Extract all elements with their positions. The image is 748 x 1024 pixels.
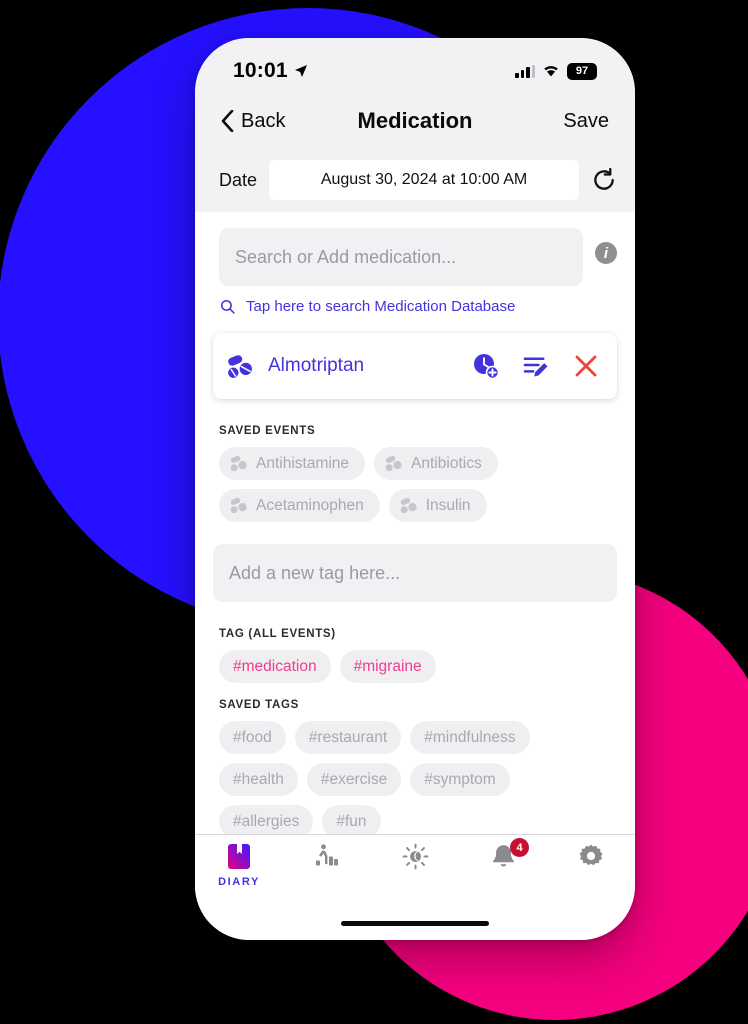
medication-search-block: i (195, 212, 635, 286)
saved-events-heading: SAVED EVENTS (219, 425, 316, 437)
pills-icon (228, 354, 252, 378)
saved-tag-chip[interactable]: #symptom (410, 763, 510, 796)
status-bar-left: 10:01 (233, 59, 309, 83)
medication-row[interactable]: Almotriptan (213, 333, 617, 399)
tab-weather[interactable] (371, 843, 459, 870)
saved-tag-chip[interactable]: #restaurant (294, 721, 402, 754)
tag-chip[interactable]: #migraine (339, 650, 436, 683)
save-button[interactable]: Save (563, 110, 609, 133)
cellular-signal-icon (515, 64, 535, 78)
saved-events-chips: Antihistamine Antibiotics Acetaminophen … (195, 437, 635, 522)
pills-icon (385, 455, 402, 472)
pills-icon (230, 455, 247, 472)
tab-activity[interactable] (283, 843, 371, 869)
back-button[interactable]: Back (221, 110, 285, 133)
note-edit-icon[interactable] (522, 353, 551, 380)
medication-database-link[interactable]: Tap here to search Medication Database (195, 286, 635, 315)
tab-diary-label: DIARY (218, 876, 260, 888)
wifi-icon (544, 66, 558, 77)
saved-tags-heading: SAVED TAGS (219, 699, 300, 711)
saved-event-label: Antihistamine (256, 454, 350, 472)
phone-mockup: 10:01 97 Back Medication Save Date Augus… (195, 38, 635, 940)
saved-event-label: Insulin (425, 496, 471, 514)
clock-add-icon[interactable] (472, 352, 500, 380)
diary-book-icon (228, 844, 250, 869)
status-clock: 10:01 (233, 59, 288, 82)
refresh-icon[interactable] (591, 167, 617, 193)
saved-event-label: Antibiotics (411, 454, 482, 472)
weather-sun-icon (402, 843, 428, 870)
chevron-left-icon (221, 110, 234, 132)
saved-tags-chips: #food #restaurant #mindfulness #health #… (195, 711, 635, 834)
pills-icon (400, 497, 417, 514)
tab-diary[interactable]: DIARY (195, 843, 283, 888)
saved-tag-chip[interactable]: #exercise (306, 763, 402, 796)
status-bar: 10:01 97 (195, 38, 635, 94)
saved-tag-chip[interactable]: #fun (322, 805, 381, 834)
home-indicator[interactable] (341, 920, 489, 926)
battery-indicator: 97 (567, 62, 597, 80)
status-bar-right: 97 (515, 62, 597, 80)
medication-name: Almotriptan (268, 355, 365, 376)
saved-event-label: Acetaminophen (256, 496, 364, 514)
search-icon (220, 299, 235, 314)
tab-notifications[interactable]: 4 (459, 838, 547, 870)
medication-actions (472, 352, 599, 380)
tag-all-events-chips: #medication #migraine (195, 640, 635, 683)
phone-screen: 10:01 97 Back Medication Save Date Augus… (195, 38, 635, 940)
navigation-bar: Back Medication Save (195, 94, 635, 148)
saved-tag-chip[interactable]: #mindfulness (410, 721, 530, 754)
location-arrow-icon (294, 65, 307, 77)
saved-event-chip[interactable]: Insulin (388, 489, 487, 522)
medication-database-link-label: Tap here to search Medication Database (246, 298, 516, 315)
close-x-icon[interactable] (573, 353, 599, 379)
saved-tag-chip[interactable]: #food (219, 721, 286, 754)
notification-badge: 4 (510, 838, 529, 857)
saved-event-chip[interactable]: Acetaminophen (219, 489, 380, 522)
date-row: Date August 30, 2024 at 10:00 AM (195, 148, 635, 212)
saved-event-chip[interactable]: Antihistamine (219, 447, 366, 480)
bottom-tab-bar: DIARY 4 (195, 834, 635, 906)
gear-icon (579, 844, 603, 866)
activity-chart-icon (316, 844, 338, 866)
saved-tag-chip[interactable]: #health (219, 763, 298, 796)
new-tag-input[interactable] (213, 544, 617, 602)
search-input[interactable] (219, 228, 583, 286)
tab-settings[interactable] (547, 843, 635, 869)
info-icon[interactable]: i (595, 242, 617, 264)
home-indicator-area (195, 906, 635, 940)
tag-all-events-heading: TAG (ALL EVENTS) (219, 628, 336, 640)
date-label: Date (219, 169, 258, 190)
saved-event-chip[interactable]: Antibiotics (374, 447, 498, 480)
back-label: Back (241, 109, 286, 132)
date-value-field[interactable]: August 30, 2024 at 10:00 AM (269, 160, 579, 200)
screenshot-stage: 10:01 97 Back Medication Save Date Augus… (0, 0, 748, 1024)
tag-chip[interactable]: #medication (219, 650, 331, 683)
saved-tag-chip[interactable]: #allergies (219, 805, 314, 834)
scroll-content: Date August 30, 2024 at 10:00 AM i (195, 148, 635, 834)
pills-icon (230, 497, 247, 514)
